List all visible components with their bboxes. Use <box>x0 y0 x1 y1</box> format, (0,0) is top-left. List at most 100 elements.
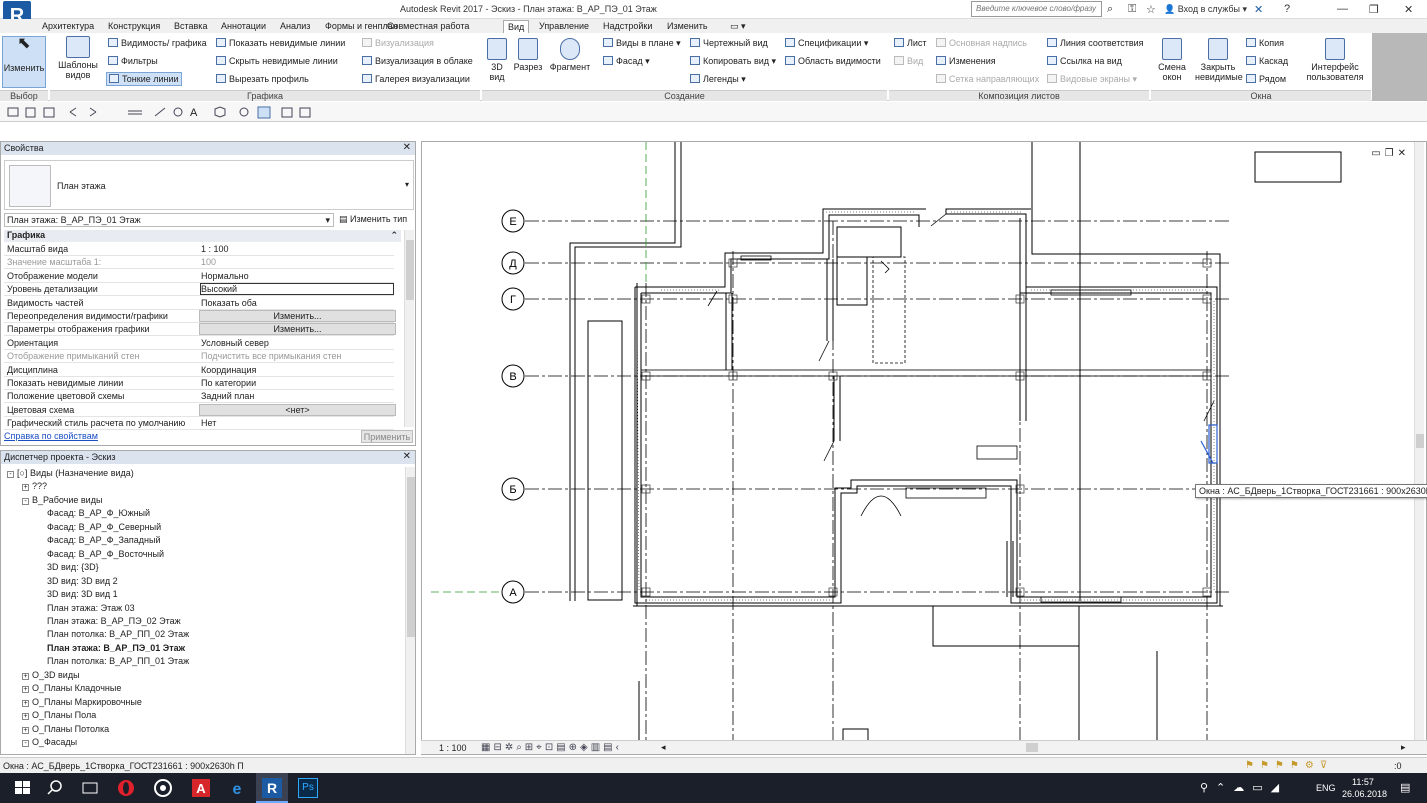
sheet-button[interactable]: Лист <box>894 38 927 48</box>
browser-item[interactable]: Фасад: В_АР_Ф_Северный <box>47 522 161 532</box>
duplicate-view-button[interactable]: Копировать вид ▾ <box>690 56 776 67</box>
property-row[interactable]: Положение цветовой схемы Задний план <box>4 390 394 404</box>
browser-item[interactable]: 3D вид: 3D вид 2 <box>47 576 118 586</box>
group-select[interactable]: Выбор <box>0 90 48 101</box>
expand-icon[interactable]: + <box>22 699 29 707</box>
title-block-button[interactable]: Основная надпись <box>936 38 1027 48</box>
tab-2[interactable]: Вставка <box>170 20 211 33</box>
search-icon[interactable] <box>44 778 66 798</box>
property-row[interactable]: Графический стиль расчета по умолчанию Не… <box>4 417 394 431</box>
properties-scrollbar[interactable] <box>404 230 414 427</box>
browser-item[interactable]: 3D вид: 3D вид 1 <box>47 589 118 599</box>
render-button[interactable]: Визуализация <box>362 38 434 48</box>
view-templates-button[interactable]: Шаблоны видов <box>55 36 101 80</box>
replicate-button[interactable]: Копия <box>1246 38 1284 48</box>
browser-item[interactable]: + О_Планы Кладочные <box>22 683 121 694</box>
drawing-area[interactable]: ▭❐✕ Е Д Г В Б А <box>421 141 1427 755</box>
browser-item[interactable]: - В_Рабочие виды <box>22 495 102 505</box>
status-icons[interactable]: ⚑⚑⚑⚑⚙⊽ <box>1245 760 1333 771</box>
browser-item[interactable]: План этажа: Этаж 03 <box>47 603 135 613</box>
property-row[interactable]: Отображение примыканий стен Подчистить вс… <box>4 350 394 364</box>
tab-1[interactable]: Конструкция <box>104 20 164 33</box>
schedules-button[interactable]: Спецификации ▾ <box>785 38 868 49</box>
property-row[interactable]: Уровень детализации Высокий <box>4 283 394 297</box>
close-icon[interactable]: ✕ <box>403 142 411 153</box>
browser-item[interactable]: Фасад: В_АР_Ф_Западный <box>47 535 161 545</box>
chrome-like-icon[interactable] <box>152 778 174 798</box>
tab-7[interactable]: Вид <box>503 20 530 33</box>
show-hidden-button[interactable]: Показать невидимые линии <box>216 38 345 48</box>
windows-start-icon[interactable] <box>12 778 34 798</box>
clock-date[interactable]: 26.06.2018 <box>1342 789 1387 799</box>
browser-item[interactable]: План потолка: В_АР_ПП_02 Этаж <box>47 629 189 639</box>
signin-button[interactable]: 👤 Вход в службы ▾ <box>1164 4 1247 15</box>
section-button[interactable]: Разрез <box>513 38 543 72</box>
property-row[interactable]: Значение масштаба 1: 100 <box>4 256 394 270</box>
legends-button[interactable]: Легенды ▾ <box>690 74 746 85</box>
tab-extra-dropdown[interactable]: ▭ ▾ <box>726 20 750 33</box>
search-input[interactable]: Введите ключевое слово/фразу <box>971 1 1102 17</box>
plan-views-button[interactable]: Виды в плане ▾ <box>603 38 681 49</box>
tab-6[interactable]: Совместная работа <box>383 20 473 33</box>
collapse-icon[interactable]: - <box>7 471 14 478</box>
autocad-icon[interactable]: A <box>190 778 212 798</box>
browser-item[interactable]: Фасад: В_АР_Ф_Восточный <box>47 549 164 559</box>
property-row[interactable]: Отображение модели Нормально <box>4 270 394 283</box>
hscroll-thumb[interactable] <box>1026 743 1038 752</box>
quick-access-icons[interactable]: A <box>0 102 340 122</box>
thin-lines-button[interactable]: Тонкие линии <box>106 72 182 86</box>
grid-bubble[interactable]: Д <box>501 251 525 275</box>
browser-item[interactable]: +??? <box>22 481 47 492</box>
property-row[interactable]: Видимость частей Показать оба <box>4 297 394 310</box>
notifications-icon[interactable]: ▤ <box>1400 781 1410 794</box>
tile-button[interactable]: Рядом <box>1246 74 1286 84</box>
property-row[interactable]: Ориентация Условный север <box>4 337 394 350</box>
section-graphics[interactable]: Графика ⌃ <box>4 230 401 242</box>
canvas-vscroll[interactable] <box>1414 142 1424 740</box>
expand-icon[interactable]: + <box>22 686 29 694</box>
vis-graphics-button[interactable]: Видимость/ графика <box>108 38 207 48</box>
filter-count[interactable]: :0 <box>1394 761 1402 771</box>
properties-help-link[interactable]: Справка по свойствам <box>4 431 98 441</box>
expand-icon[interactable]: + <box>22 713 29 721</box>
view-control-icons[interactable]: ▦⊟✲⌕⊞⌖⊡▤⊕◈▥▤‹ <box>481 742 622 753</box>
restore-icon[interactable]: ❐ <box>1369 3 1379 16</box>
floor-plan[interactable]: Е Д Г В Б А <box>422 142 1427 744</box>
hscroll-right-arrow[interactable]: ▸ <box>1401 742 1406 753</box>
collapse-icon[interactable]: - <box>22 740 29 747</box>
highlighted-door[interactable] <box>1200 424 1218 464</box>
edge-icon[interactable]: e <box>226 778 248 798</box>
tab-9[interactable]: Надстройки <box>599 20 656 33</box>
browser-item[interactable]: + О_Планы Пола <box>22 710 96 721</box>
close-hidden-button[interactable]: Закрыть невидимые <box>1195 38 1243 82</box>
exchange-icon[interactable]: ✕ <box>1254 3 1263 16</box>
browser-item[interactable]: + О_Планы Маркировочные <box>22 697 142 707</box>
render-gallery-button[interactable]: Галерея визуализации <box>362 74 470 84</box>
browser-item[interactable]: Фасад: В_АР_Ф_Южный <box>47 508 150 518</box>
view-window-controls[interactable]: ▭❐✕ <box>1371 148 1410 159</box>
scope-box-button[interactable]: Область видимости <box>785 56 881 66</box>
tab-0[interactable]: Архитектура <box>38 20 98 33</box>
grid-bubble[interactable]: А <box>501 580 525 604</box>
grid-bubble[interactable]: В <box>501 364 525 388</box>
browser-item[interactable]: План потолка: В_АР_ПП_01 Этаж <box>47 656 189 666</box>
matchline-button[interactable]: Линия соответствия <box>1047 38 1144 48</box>
revisions-button[interactable]: Изменения <box>936 56 996 66</box>
browser-item[interactable]: + О_Планы Потолка <box>22 724 109 734</box>
property-row[interactable]: Цветовая схема <нет> <box>4 403 396 417</box>
key-icon[interactable]: ⚿ <box>1128 3 1136 16</box>
task-view-icon[interactable] <box>79 778 101 798</box>
cut-profile-button[interactable]: Вырезать профиль <box>216 74 309 84</box>
help-icon[interactable]: ? <box>1284 3 1290 15</box>
drafting-view-button[interactable]: Чертежный вид <box>690 38 768 48</box>
expand-icon[interactable]: + <box>22 726 29 734</box>
view-place-button[interactable]: Вид <box>894 56 923 66</box>
browser-scrollbar[interactable] <box>405 467 415 754</box>
close-icon[interactable]: ✕ <box>403 451 411 462</box>
tab-4[interactable]: Анализ <box>276 20 314 33</box>
view-ref-button[interactable]: Ссылка на вид <box>1047 56 1122 66</box>
elevation-button[interactable]: Фасад ▾ <box>603 56 650 67</box>
type-selector[interactable]: План этажа ▾ <box>4 160 414 210</box>
render-cloud-button[interactable]: Визуализация в облаке <box>362 56 473 66</box>
modify-button[interactable]: ⬉ Изменить <box>2 36 46 88</box>
